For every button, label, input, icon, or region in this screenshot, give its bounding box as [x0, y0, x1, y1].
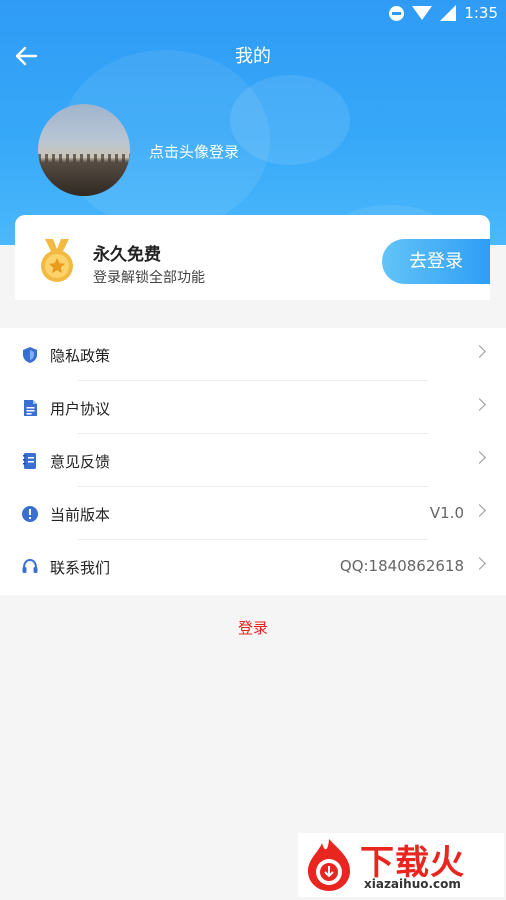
page-title: 我的 — [235, 46, 271, 67]
flame-logo-icon — [302, 837, 356, 893]
watermark-url: xiazaihuo.com — [364, 877, 461, 891]
notebook-icon — [21, 452, 39, 470]
chevron-right-icon — [473, 557, 486, 570]
login-button[interactable]: 登录 — [0, 617, 506, 638]
do-not-disturb-icon — [389, 5, 405, 21]
settings-menu: 隐私政策 用户协议 意见反馈 当前版本 V1.0 联系我们 QQ:1840862… — [0, 328, 506, 595]
wifi-icon — [412, 6, 433, 20]
menu-item-contact-us[interactable]: 联系我们 QQ:1840862618 — [0, 540, 506, 593]
headset-icon — [21, 558, 39, 576]
avatar[interactable] — [38, 104, 130, 196]
vip-title: 永久免费 — [93, 245, 161, 265]
shield-icon — [21, 346, 39, 364]
status-bar: 1:35 — [0, 0, 506, 26]
menu-item-label: 当前版本 — [50, 506, 111, 524]
menu-item-label: 隐私政策 — [50, 347, 111, 365]
vip-subtitle: 登录解锁全部功能 — [93, 270, 205, 286]
medal-icon — [39, 239, 75, 283]
profile-header: 1:35 我的 点击头像登录 — [0, 0, 506, 245]
go-login-button[interactable]: 去登录 — [382, 239, 490, 284]
menu-item-label: 联系我们 — [50, 559, 111, 577]
menu-item-label: 用户协议 — [50, 400, 111, 418]
menu-item-privacy-policy[interactable]: 隐私政策 — [0, 328, 506, 381]
menu-item-user-agreement[interactable]: 用户协议 — [0, 381, 506, 434]
status-time: 1:35 — [464, 4, 498, 22]
vip-card: 永久免费 登录解锁全部功能 去登录 — [15, 215, 490, 300]
version-value: V1.0 — [429, 504, 464, 522]
chevron-right-icon — [473, 451, 486, 464]
menu-item-label: 意见反馈 — [50, 453, 111, 471]
document-icon — [21, 399, 39, 417]
watermark: 下载火 xiazaihuo.com — [298, 833, 504, 897]
chevron-right-icon — [473, 345, 486, 358]
chevron-right-icon — [473, 504, 486, 517]
decorative-bubble — [230, 75, 350, 165]
signal-icon — [440, 5, 457, 21]
info-icon — [21, 505, 39, 523]
contact-qq-value: QQ:1840862618 — [339, 557, 464, 575]
menu-item-current-version[interactable]: 当前版本 V1.0 — [0, 487, 506, 540]
menu-item-feedback[interactable]: 意见反馈 — [0, 434, 506, 487]
chevron-right-icon — [473, 398, 486, 411]
login-hint-text[interactable]: 点击头像登录 — [149, 141, 239, 162]
